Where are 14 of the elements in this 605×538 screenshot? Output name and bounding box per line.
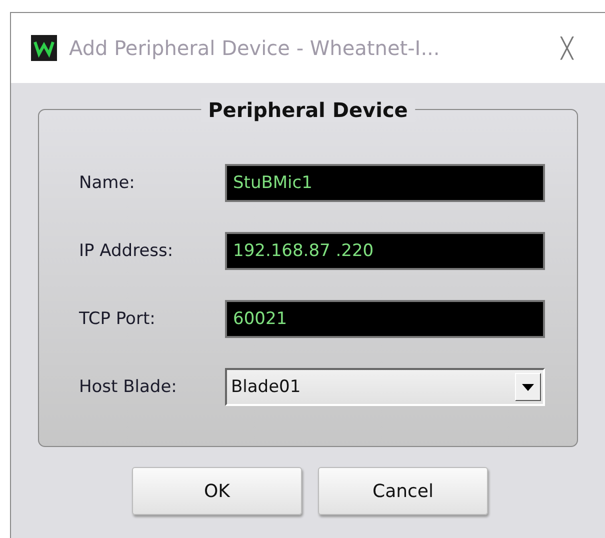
app-logo-icon bbox=[31, 35, 57, 61]
field-label: IP Address: bbox=[79, 241, 174, 261]
close-button[interactable]: ╳ bbox=[560, 36, 573, 60]
input-field[interactable]: 60021 bbox=[225, 300, 545, 338]
dropdown[interactable]: Blade01 bbox=[225, 368, 545, 406]
input-field[interactable]: 192.168.87 .220 bbox=[225, 232, 545, 270]
dialog-button[interactable]: OK bbox=[132, 467, 302, 515]
field-label: Host Blade: bbox=[79, 377, 178, 397]
window-title: Add Peripheral Device - Wheatnet-I... bbox=[69, 36, 440, 60]
caret-icon bbox=[522, 384, 534, 390]
field-label: TCP Port: bbox=[79, 309, 156, 329]
input-field[interactable]: StuBMic1 bbox=[225, 164, 545, 202]
dialog-button[interactable]: Cancel bbox=[318, 467, 488, 515]
field-label: Name: bbox=[79, 173, 136, 193]
